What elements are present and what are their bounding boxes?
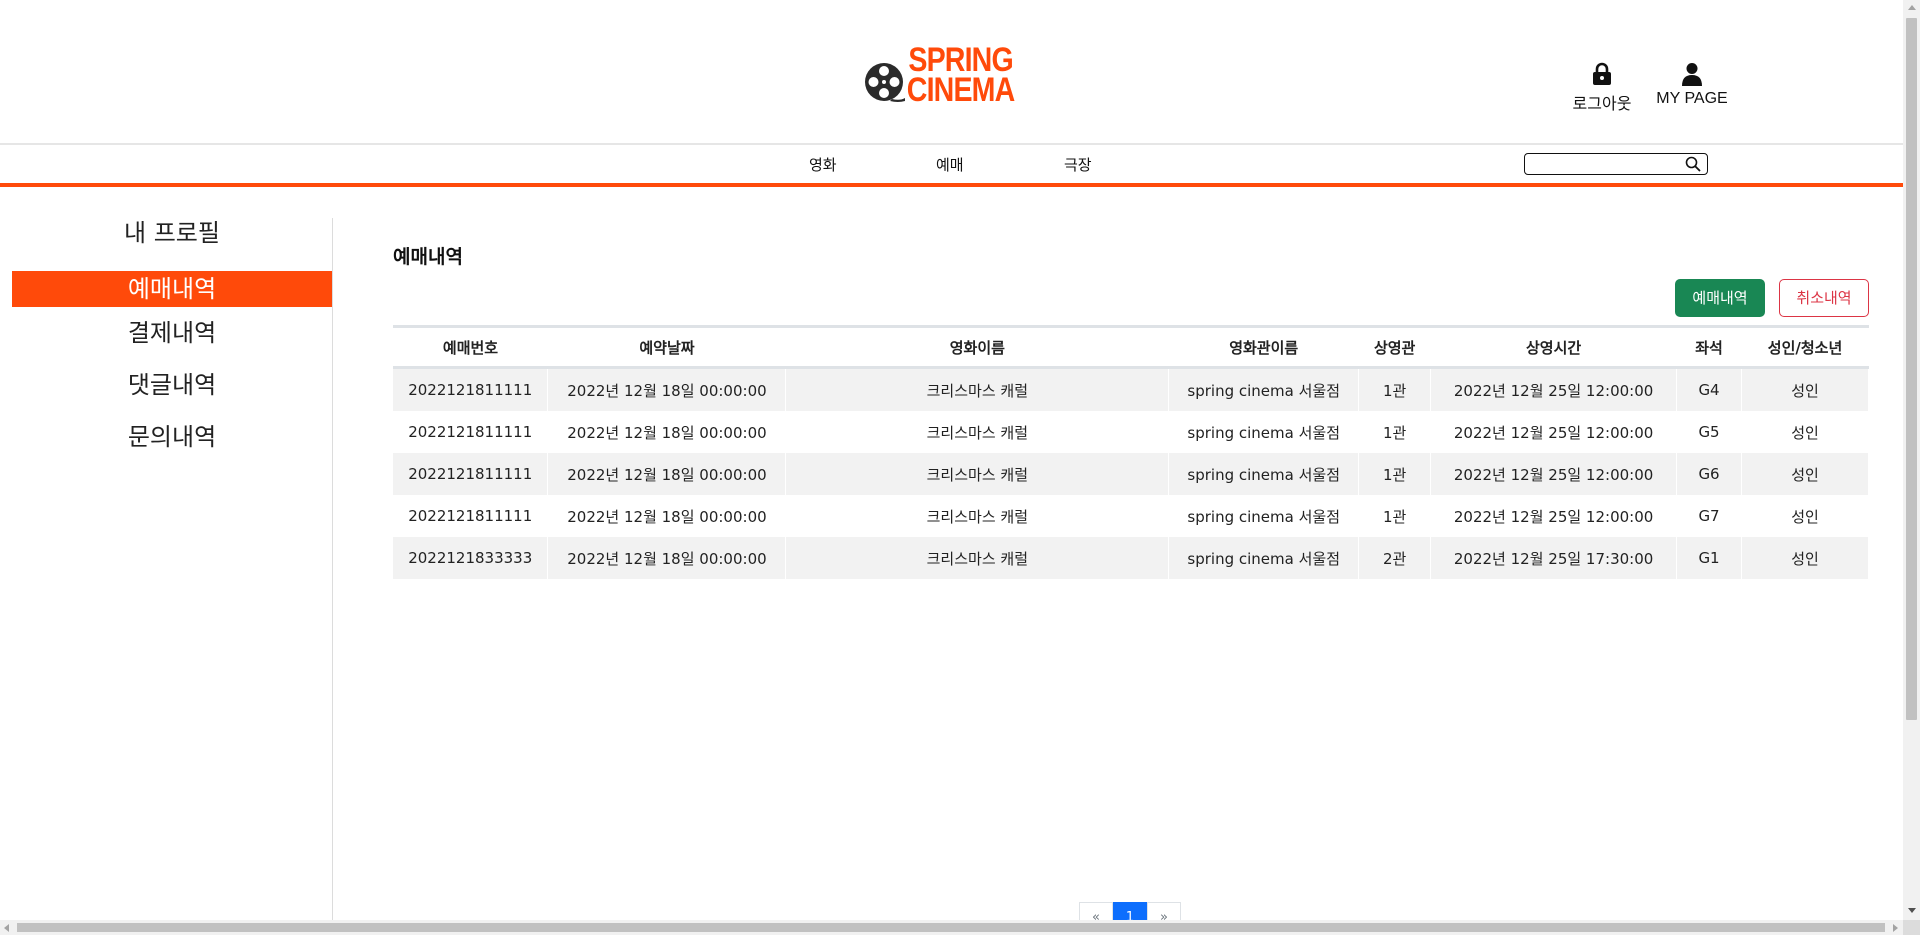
horizontal-scroll-thumb[interactable]: [17, 923, 1885, 932]
table-row[interactable]: 2022121811111 2022년 12월 18일 00:00:00 크리스…: [393, 411, 1869, 453]
column-header: 예매번호: [393, 325, 548, 369]
nav-item-booking[interactable]: 예매: [936, 154, 964, 175]
film-reel-icon: [865, 63, 905, 102]
showtime-cell: 2022년 12월 25일 12:00:00: [1430, 495, 1678, 537]
mypage-sidebar: 내 프로필 예매내역 결제내역 댓글내역 문의내역: [12, 213, 332, 469]
table-row[interactable]: 2022121811111 2022년 12월 18일 00:00:00 크리스…: [393, 453, 1869, 495]
logo-text: SPRING CINEMA: [906, 41, 1015, 109]
booking-number-cell: 2022121811111: [393, 495, 549, 537]
audience-type-cell: 성인: [1741, 537, 1869, 579]
booking-date-cell: 2022년 12월 18일 00:00:00: [547, 453, 787, 495]
movie-title-cell: 크리스마스 캐럴: [785, 411, 1170, 453]
table-row[interactable]: 2022121811111 2022년 12월 18일 00:00:00 크리스…: [393, 367, 1869, 411]
seat-cell: G4: [1676, 367, 1743, 411]
audience-type-cell: 성인: [1741, 411, 1869, 453]
screen-cell: 1관: [1358, 495, 1432, 537]
pagination-prev[interactable]: «: [1079, 902, 1113, 920]
booking-number-cell: 2022121811111: [393, 453, 549, 495]
user-icon: [1682, 63, 1702, 86]
screen-cell: 1관: [1358, 411, 1432, 453]
header: SPRING CINEMA 로그아웃 MY PAGE: [0, 0, 1903, 144]
booking-number-cell: 2022121811111: [393, 367, 549, 411]
nav-accent-bar: [0, 183, 1903, 187]
cinema-name-cell: spring cinema 서울점: [1168, 537, 1360, 579]
nav-item-movie[interactable]: 영화: [809, 154, 837, 175]
scroll-up-arrow-icon[interactable]: [1908, 5, 1916, 10]
seat-cell: G6: [1676, 453, 1743, 495]
table-header-row: 예매번호 예약날짜 영화이름 영화관이름 상영관 상영시간 좌석 성인/청소년: [393, 325, 1869, 369]
horizontal-scrollbar[interactable]: [0, 920, 1903, 935]
showtime-cell: 2022년 12월 25일 12:00:00: [1430, 453, 1678, 495]
cinema-name-cell: spring cinema 서울점: [1168, 367, 1360, 411]
vertical-scroll-thumb[interactable]: [1906, 18, 1917, 720]
page-title: 예매내역: [393, 246, 463, 268]
pagination-next[interactable]: »: [1147, 902, 1181, 920]
seat-cell: G7: [1676, 495, 1743, 537]
sidebar-item-inquiries[interactable]: 문의내역: [12, 417, 332, 469]
lock-icon: [1593, 62, 1611, 85]
vertical-scrollbar[interactable]: [1903, 0, 1920, 920]
screen-cell: 2관: [1358, 537, 1432, 579]
movie-title-cell: 크리스마스 캐럴: [785, 537, 1170, 579]
booking-number-cell: 2022121811111: [393, 411, 549, 453]
seat-cell: G5: [1676, 411, 1743, 453]
booking-number-cell: 2022121833333: [393, 537, 549, 579]
search-input[interactable]: [1529, 155, 1683, 175]
sidebar-item-profile[interactable]: 내 프로필: [12, 213, 332, 265]
booking-date-cell: 2022년 12월 18일 00:00:00: [547, 537, 787, 579]
column-header: 예약날짜: [547, 325, 786, 369]
logout-link[interactable]: 로그아웃: [1562, 62, 1642, 114]
showtime-cell: 2022년 12월 25일 12:00:00: [1430, 411, 1678, 453]
pagination: « 1 »: [1079, 902, 1181, 920]
main-nav: 영화 예매 극장: [0, 145, 1903, 183]
audience-type-cell: 성인: [1741, 453, 1869, 495]
booking-date-cell: 2022년 12월 18일 00:00:00: [547, 367, 787, 411]
cinema-name-cell: spring cinema 서울점: [1168, 495, 1360, 537]
logout-label: 로그아웃: [1572, 96, 1632, 113]
table-row[interactable]: 2022121811111 2022년 12월 18일 00:00:00 크리스…: [393, 495, 1869, 537]
booking-date-cell: 2022년 12월 18일 00:00:00: [547, 411, 787, 453]
movie-title-cell: 크리스마스 캐럴: [785, 495, 1170, 537]
showtime-cell: 2022년 12월 25일 17:30:00: [1430, 537, 1678, 579]
cinema-name-cell: spring cinema 서울점: [1168, 411, 1360, 453]
booking-table: 예매번호 예약날짜 영화이름 영화관이름 상영관 상영시간 좌석 성인/청소년 …: [393, 325, 1869, 579]
screen-cell: 1관: [1358, 367, 1432, 411]
showtime-cell: 2022년 12월 25일 12:00:00: [1430, 367, 1678, 411]
search-icon[interactable]: [1685, 156, 1701, 172]
seat-cell: G1: [1676, 537, 1743, 579]
movie-title-cell: 크리스마스 캐럴: [785, 367, 1170, 411]
cinema-name-cell: spring cinema 서울점: [1168, 453, 1360, 495]
pagination-page-current[interactable]: 1: [1113, 902, 1147, 920]
site-logo[interactable]: SPRING CINEMA: [864, 41, 1034, 109]
scroll-right-arrow-icon[interactable]: [1893, 924, 1898, 932]
column-header: 좌석: [1676, 325, 1742, 369]
booking-history-button[interactable]: 예매내역: [1675, 279, 1765, 317]
audience-type-cell: 성인: [1741, 495, 1869, 537]
table-row[interactable]: 2022121833333 2022년 12월 18일 00:00:00 크리스…: [393, 537, 1869, 579]
mypage-label: MY PAGE: [1656, 90, 1728, 107]
nav-item-theater[interactable]: 극장: [1064, 154, 1092, 175]
scroll-left-arrow-icon[interactable]: [4, 924, 9, 932]
column-header: 상영시간: [1430, 325, 1677, 369]
scroll-down-arrow-icon[interactable]: [1908, 908, 1916, 913]
column-header: 성인/청소년: [1741, 325, 1869, 369]
column-header: 상영관: [1358, 325, 1431, 369]
column-header: 영화관이름: [1168, 325, 1359, 369]
scrollbar-corner: [1903, 920, 1920, 935]
movie-title-cell: 크리스마스 캐럴: [785, 453, 1170, 495]
column-header: 영화이름: [785, 325, 1169, 369]
sidebar-item-bookings[interactable]: 예매내역: [12, 271, 332, 307]
sidebar-divider: [332, 218, 333, 920]
sidebar-item-comments[interactable]: 댓글내역: [12, 365, 332, 417]
mypage-link[interactable]: MY PAGE: [1650, 62, 1734, 108]
cancel-history-button[interactable]: 취소내역: [1779, 279, 1869, 317]
screen-cell: 1관: [1358, 453, 1432, 495]
audience-type-cell: 성인: [1741, 367, 1869, 411]
search-box: [1524, 153, 1708, 175]
sidebar-item-payments[interactable]: 결제내역: [12, 313, 332, 365]
booking-date-cell: 2022년 12월 18일 00:00:00: [547, 495, 787, 537]
page: SPRING CINEMA 로그아웃 MY PAGE 영화 예매 극장 내 프로…: [0, 0, 1903, 920]
